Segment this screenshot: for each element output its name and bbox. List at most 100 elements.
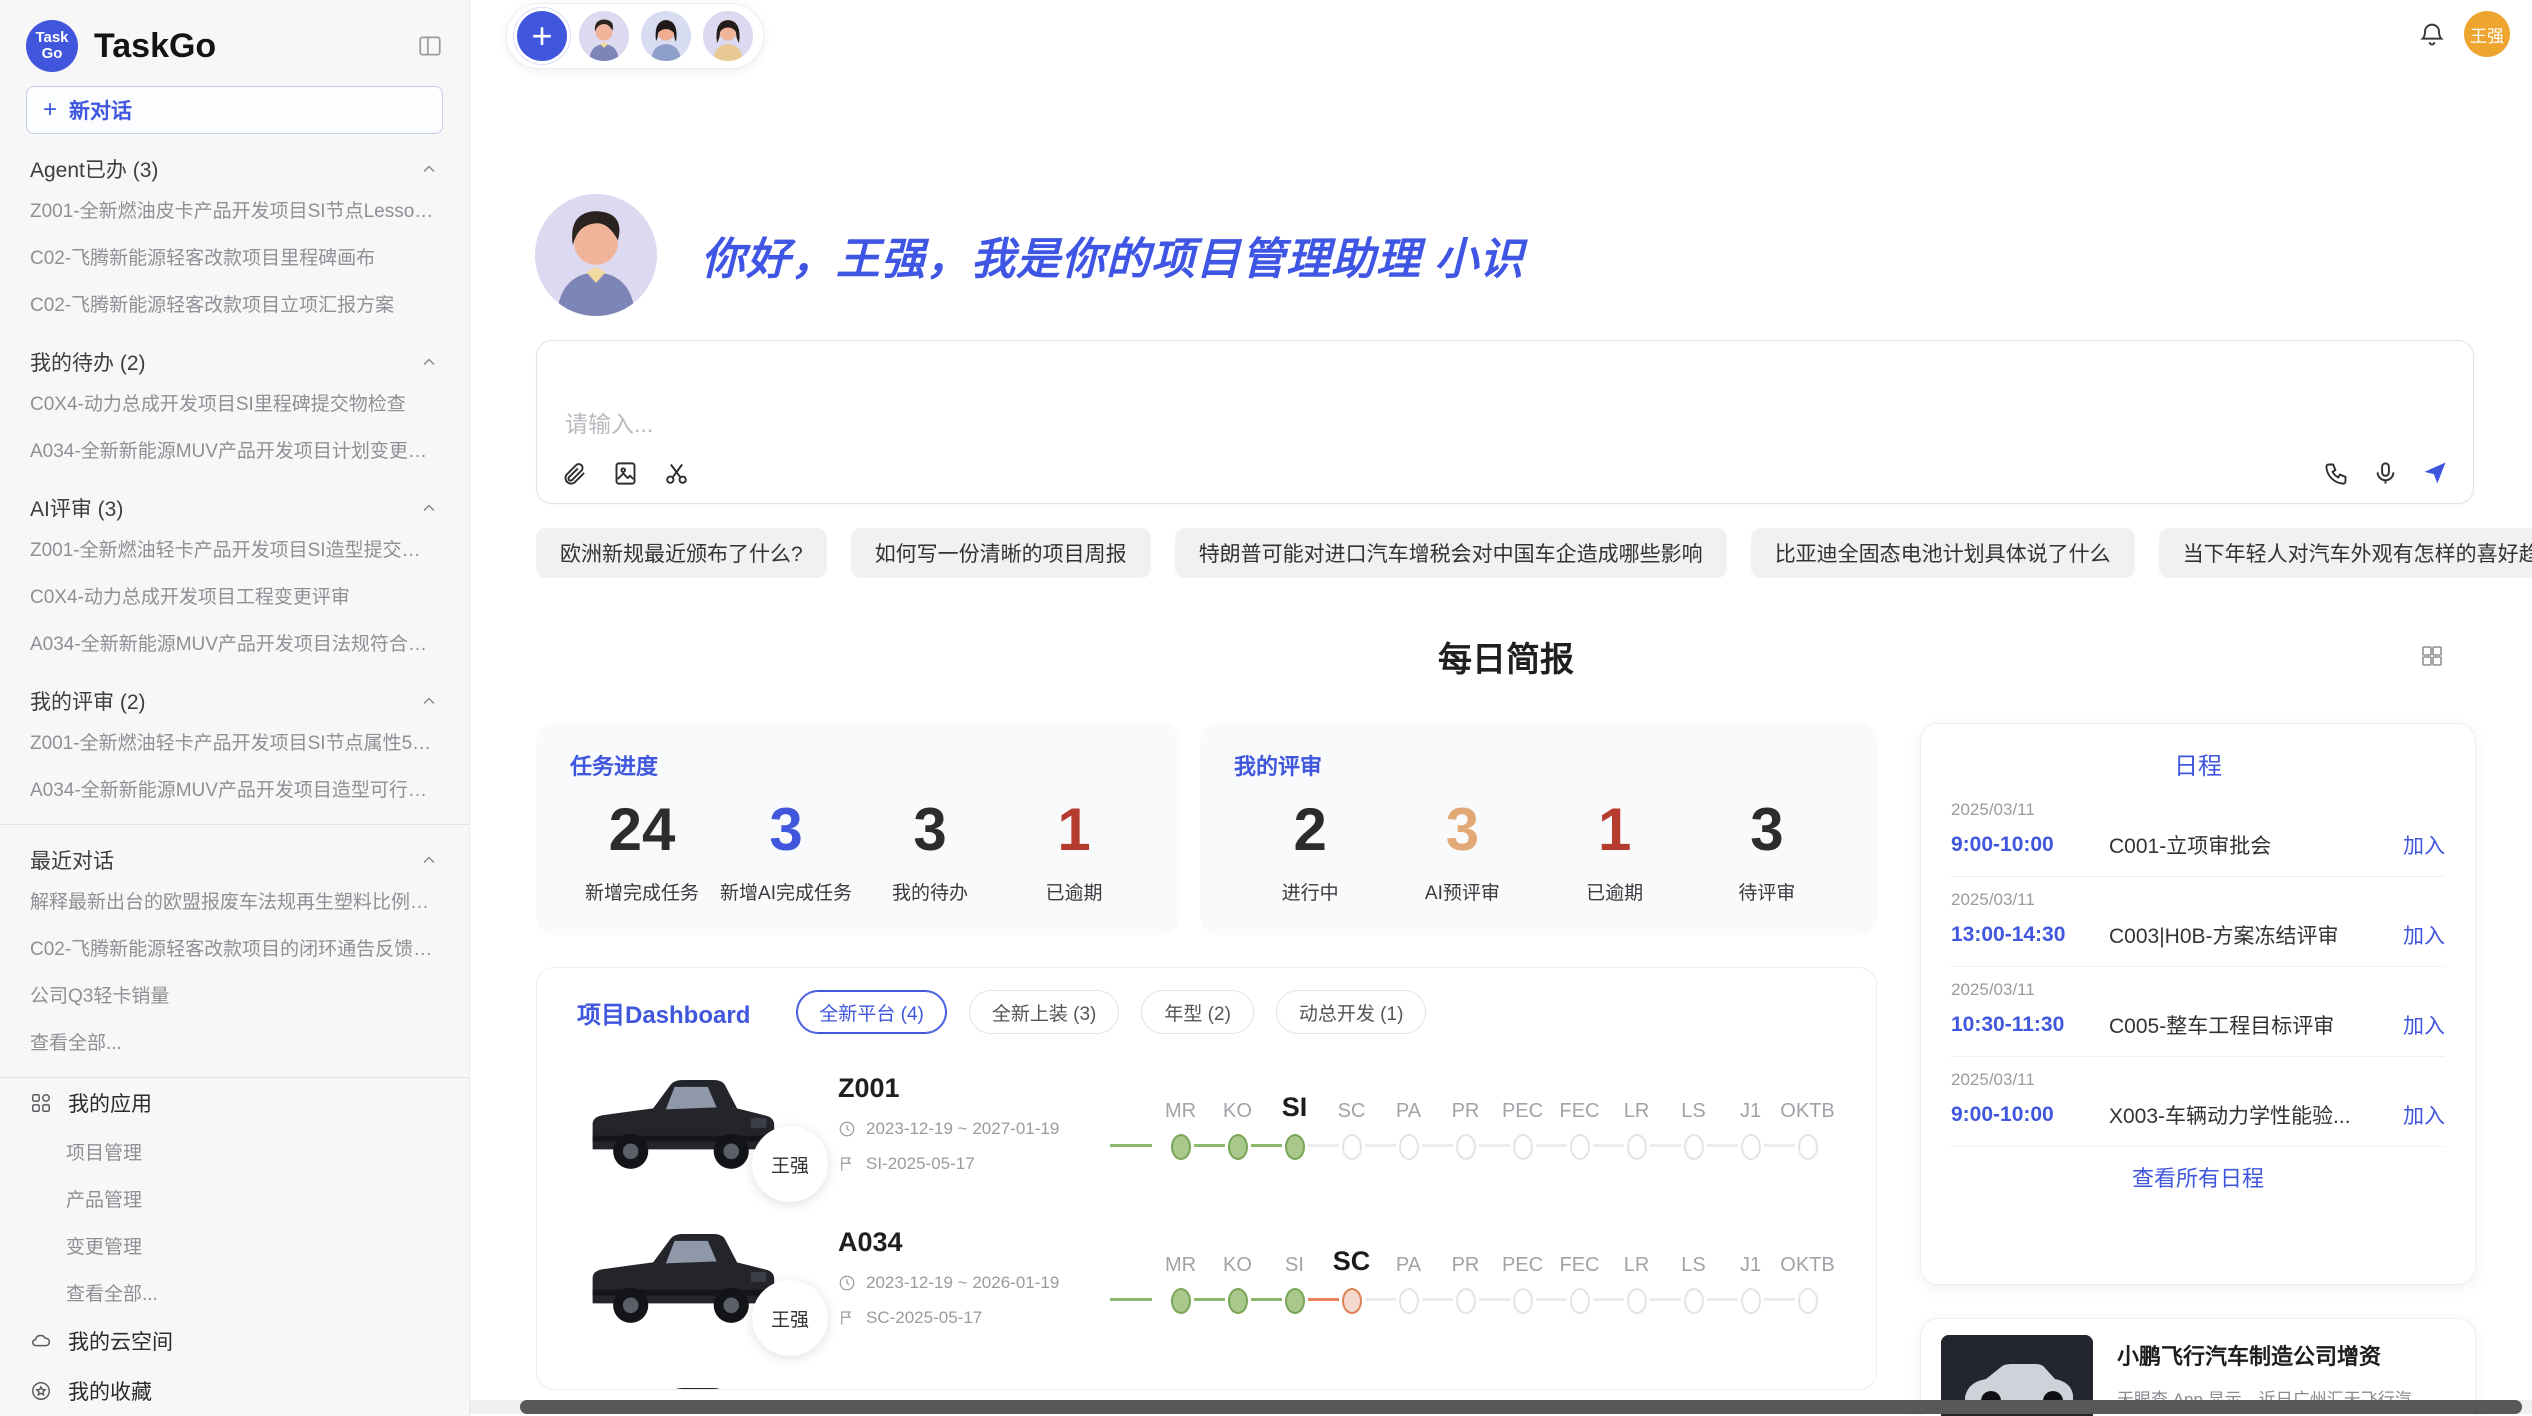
list-item[interactable]: 公司Q3轻卡销量 [26, 971, 443, 1018]
sidebar-item-project-mgmt[interactable]: 项目管理 [26, 1128, 443, 1175]
list-item[interactable]: A034-全新新能源MUV产品开发项目造型可行性评审 [26, 765, 443, 812]
list-item[interactable]: C02-飞腾新能源轻客改款项目的闭环通告反馈情况 [26, 924, 443, 971]
project-code[interactable]: A034 [838, 1227, 1106, 1258]
chevron-up-icon[interactable] [419, 352, 439, 372]
section-my-review[interactable]: 我的评审 (2) [30, 686, 439, 716]
stat: 1 已逾期 [1539, 787, 1691, 905]
avatar[interactable] [641, 11, 691, 61]
layout-grid-icon[interactable] [2420, 644, 2444, 668]
avatar[interactable] [579, 11, 629, 61]
milestone-dot [1627, 1288, 1647, 1314]
view-all-apps[interactable]: 查看全部... [26, 1269, 443, 1316]
image-icon[interactable] [612, 460, 639, 487]
sidebar-item-product-mgmt[interactable]: 产品管理 [26, 1175, 443, 1222]
stat-value: 2 [1234, 795, 1386, 864]
suggestion-chip[interactable]: 当下年轻人对汽车外观有怎样的喜好趋势 [2159, 528, 2532, 578]
filter-tab[interactable]: 动总开发 (1) [1276, 990, 1427, 1034]
scissors-icon[interactable] [663, 460, 690, 487]
list-item[interactable]: Z001-全新燃油轻卡产品开发项目SI造型提交物评审 [26, 525, 443, 572]
section-my-todo[interactable]: 我的待办 (2) [30, 347, 439, 377]
phone-icon[interactable] [2323, 460, 2350, 487]
list-item[interactable]: C02-飞腾新能源轻客改款项目里程碑画布 [26, 233, 443, 280]
section-title: 我的评审 (2) [30, 686, 146, 716]
list-item[interactable]: C0X4-动力总成开发项目工程变更评审 [26, 572, 443, 619]
avatar[interactable] [703, 11, 753, 61]
stat-label: 新增完成任务 [570, 878, 714, 905]
list-item[interactable]: A034-全新新能源MUV产品开发项目法规符合性评审 [26, 619, 443, 666]
medal-icon [30, 1380, 52, 1402]
project-code[interactable]: Z001 [838, 1073, 1106, 1104]
suggestion-chips: 欧洲新规最近颁布了什么? 如何写一份清晰的项目周报 特朗普可能对进口汽车增税会对… [536, 528, 2532, 578]
stat-label: 进行中 [1234, 878, 1386, 905]
filter-tab[interactable]: 全新平台 (4) [796, 990, 947, 1034]
join-link[interactable]: 加入 [2403, 1100, 2445, 1130]
milestone-dot [1285, 1134, 1305, 1160]
list-item[interactable]: C02-飞腾新能源轻客改款项目立项汇报方案 [26, 280, 443, 327]
section-title: AI评审 (3) [30, 493, 123, 523]
filter-tab[interactable]: 全新上装 (3) [969, 990, 1120, 1034]
sidebar-item-favorites[interactable]: 我的收藏 [26, 1366, 443, 1416]
assistant-avatar [535, 194, 657, 316]
input-right-icons [2323, 459, 2449, 487]
join-link[interactable]: 加入 [2403, 830, 2445, 860]
stat-label: 待评审 [1691, 878, 1843, 905]
stat: 24 新增完成任务 [570, 787, 714, 905]
suggestion-chip[interactable]: 比亚迪全固态电池计划具体说了什么 [1751, 528, 2135, 578]
user-avatar[interactable]: 王强 [2464, 11, 2510, 57]
list-item[interactable]: Z001-全新燃油轻卡产品开发项目SI节点属性5D文件评审 [26, 718, 443, 765]
stat-label: 新增AI完成任务 [714, 878, 858, 905]
project-owner-badge: 王强 [752, 1126, 828, 1202]
milestone: OKTB [1779, 1087, 1836, 1160]
filter-tab[interactable]: 年型 (2) [1141, 990, 1254, 1034]
milestone-dot [1285, 1288, 1305, 1314]
list-item[interactable]: A034-全新新能源MUV产品开发项目计划变更表编写 [26, 426, 443, 473]
suggestion-chip[interactable]: 欧洲新规最近颁布了什么? [536, 528, 827, 578]
message-input[interactable] [563, 403, 2067, 455]
suggestion-chip[interactable]: 如何写一份清晰的项目周报 [851, 528, 1151, 578]
milestone: MR [1152, 1087, 1209, 1160]
sidebar-item-cloud-space[interactable]: 我的云空间 [26, 1316, 443, 1366]
project-row-partial [577, 1366, 1836, 1390]
chevron-up-icon[interactable] [419, 159, 439, 179]
scrollbar-thumb[interactable] [520, 1400, 2522, 1414]
milestone: PA [1380, 1087, 1437, 1160]
section-recent-chats: 最近对话 [30, 845, 439, 875]
schedule-time: 9:00-10:00 [1951, 833, 2109, 857]
milestone-lead-line [1110, 1087, 1152, 1160]
milestone-track: MR KO SI SC PA PR PEC FEC LR LS J1 OKTB [1110, 1087, 1836, 1160]
milestone-dot [1741, 1134, 1761, 1160]
section-agent-done[interactable]: Agent已办 (3) [30, 154, 439, 184]
join-link[interactable]: 加入 [2403, 1010, 2445, 1040]
milestone: PR [1437, 1241, 1494, 1314]
schedule-time: 13:00-14:30 [1951, 923, 2109, 947]
view-all-schedule-link[interactable]: 查看所有日程 [1951, 1161, 2445, 1193]
add-conversation-button[interactable]: + [517, 11, 567, 61]
section-title: 我的待办 (2) [30, 347, 146, 377]
sidebar-item-change-mgmt[interactable]: 变更管理 [26, 1222, 443, 1269]
milestone: SI [1266, 1241, 1323, 1314]
list-item[interactable]: 解释最新出台的欧盟报废车法规再生塑料比例被调至15%... [26, 877, 443, 924]
project-dashboard-card: 项目Dashboard 全新平台 (4) 全新上装 (3) 年型 (2) 动总开… [536, 967, 1877, 1390]
collapse-sidebar-icon[interactable] [417, 33, 443, 59]
chevron-up-icon[interactable] [419, 850, 439, 870]
schedule-item: 2025/03/11 13:00-14:30 C003|H0B-方案冻结评审 加… [1951, 877, 2445, 967]
milestone-dot [1570, 1134, 1590, 1160]
attachment-icon[interactable] [561, 460, 588, 487]
milestone-dot [1171, 1288, 1191, 1314]
list-item[interactable]: C0X4-动力总成开发项目SI里程碑提交物检查 [26, 379, 443, 426]
view-all-recent[interactable]: 查看全部... [26, 1018, 443, 1065]
suggestion-chip[interactable]: 特朗普可能对进口汽车增税会对中国车企造成哪些影响 [1175, 528, 1727, 578]
send-icon[interactable] [2421, 459, 2449, 487]
chevron-up-icon[interactable] [419, 691, 439, 711]
new-chat-button[interactable]: + 新对话 [26, 86, 443, 134]
notifications-bell-icon[interactable] [2418, 20, 2446, 48]
stat-value: 3 [714, 795, 858, 864]
join-link[interactable]: 加入 [2403, 920, 2445, 950]
list-item[interactable]: Z001-全新燃油皮卡产品开发项目SI节点Lesson Learn报告 [26, 186, 443, 233]
section-ai-review[interactable]: AI评审 (3) [30, 493, 439, 523]
milestone: LR [1608, 1087, 1665, 1160]
microphone-icon[interactable] [2372, 460, 2399, 487]
milestone: MR [1152, 1241, 1209, 1314]
chevron-up-icon[interactable] [419, 498, 439, 518]
sidebar-item-my-apps[interactable]: 我的应用 [26, 1078, 443, 1128]
